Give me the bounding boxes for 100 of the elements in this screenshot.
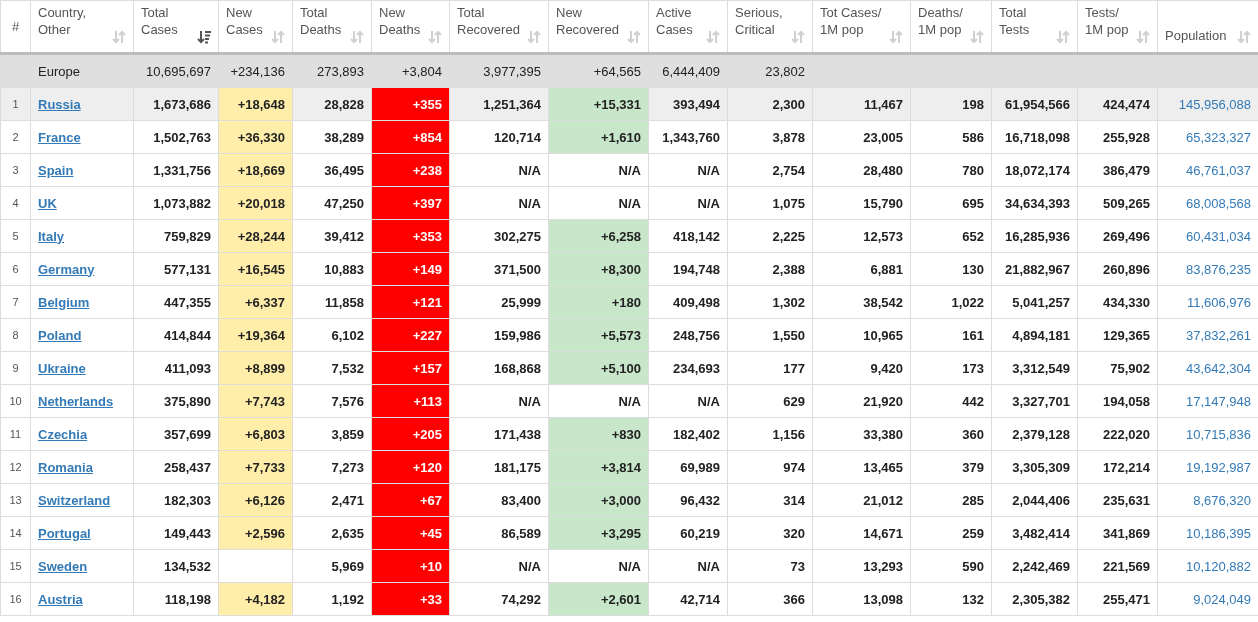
table-cell: 629: [727, 384, 813, 418]
table-cell: 1,550: [727, 318, 813, 352]
table-cell: 33,380: [812, 417, 911, 451]
table-cell: 386,479: [1077, 153, 1158, 187]
table-cell: N/A: [648, 186, 728, 220]
table-cell: 1,251,364: [449, 87, 549, 121]
table-cell: 442: [910, 384, 992, 418]
table-cell: N/A: [449, 153, 549, 187]
table-cell: 447,355: [133, 285, 219, 319]
sort-icon[interactable]: [271, 30, 285, 44]
table-cell: N/A: [548, 186, 649, 220]
table-cell: 221,569: [1077, 549, 1158, 583]
table-cell: 132: [910, 582, 992, 616]
table-cell: 182,303: [133, 483, 219, 517]
table-cell: +238: [371, 153, 450, 187]
table-cell: 7,576: [292, 384, 372, 418]
table-cell: 42,714: [648, 582, 728, 616]
table-cell: +10: [371, 549, 450, 583]
table-cell: 320: [727, 516, 813, 550]
sort-icon[interactable]: [627, 30, 641, 44]
table-cell: 1,673,686: [133, 87, 219, 121]
column-header[interactable]: Population: [1165, 27, 1227, 44]
table-cell: 38,289: [292, 120, 372, 154]
table-cell: 34,634,393: [991, 186, 1078, 220]
table-cell: 3,878: [727, 120, 813, 154]
table-cell: 695: [910, 186, 992, 220]
row-number: 2: [0, 120, 31, 154]
table-cell: +149: [371, 252, 450, 286]
table-cell: 780: [910, 153, 992, 187]
sort-icon[interactable]: [112, 30, 126, 44]
table-cell: +227: [371, 318, 450, 352]
table-cell: 12,573: [812, 219, 911, 253]
table-cell: 285: [910, 483, 992, 517]
sort-icon[interactable]: [706, 30, 720, 44]
table-cell: 73: [727, 549, 813, 583]
table-cell: +28,244: [218, 219, 293, 253]
table-cell: 28,828: [292, 87, 372, 121]
table-cell: 21,882,967: [991, 252, 1078, 286]
sort-icon[interactable]: [1136, 30, 1150, 44]
table-cell: +18,669: [218, 153, 293, 187]
sort-icon[interactable]: [970, 30, 984, 44]
sort-descending-icon[interactable]: [197, 30, 211, 44]
sort-icon[interactable]: [889, 30, 903, 44]
table-cell: +4,182: [218, 582, 293, 616]
table-cell: 434,330: [1077, 285, 1158, 319]
table-cell: 23,802: [727, 53, 813, 88]
table-cell: 3,312,549: [991, 351, 1078, 385]
table-cell: 2,379,128: [991, 417, 1078, 451]
table-cell: +5,100: [548, 351, 649, 385]
table-cell: N/A: [449, 384, 549, 418]
row-number: 15: [0, 549, 31, 583]
table-cell: +3,804: [371, 53, 450, 88]
table-cell: 10,695,697: [133, 53, 219, 88]
table-cell: 409,498: [648, 285, 728, 319]
table-cell: 1,331,756: [133, 153, 219, 187]
table-cell: +20,018: [218, 186, 293, 220]
table-cell: +234,136: [218, 53, 293, 88]
table-cell: 2,305,382: [991, 582, 1078, 616]
table-cell: 182,402: [648, 417, 728, 451]
table-cell: 69,989: [648, 450, 728, 484]
table-cell: 173: [910, 351, 992, 385]
sort-icon[interactable]: [1237, 30, 1251, 44]
table-cell: 16,718,098: [991, 120, 1078, 154]
table-cell: 96,432: [648, 483, 728, 517]
table-cell: +830: [548, 417, 649, 451]
table-cell: 260,896: [1077, 252, 1158, 286]
country-link[interactable]: Poland: [38, 327, 82, 343]
table-cell: 61,954,566: [991, 87, 1078, 121]
country-link[interactable]: France: [38, 129, 81, 145]
table-cell: 36,495: [292, 153, 372, 187]
table-cell: 4,894,181: [991, 318, 1078, 352]
sort-icon[interactable]: [791, 30, 805, 44]
table-cell: +8,300: [548, 252, 649, 286]
table-cell: 3,327,701: [991, 384, 1078, 418]
country-link[interactable]: Spain: [38, 162, 74, 178]
table-cell: 590: [910, 549, 992, 583]
table-cell: 198: [910, 87, 992, 121]
row-number: 14: [0, 516, 31, 550]
sort-icon[interactable]: [527, 30, 541, 44]
table-cell: 258,437: [133, 450, 219, 484]
row-number: 4: [0, 186, 31, 220]
country-link[interactable]: UK: [38, 195, 57, 211]
table-cell: 375,890: [133, 384, 219, 418]
table-cell: +6,258: [548, 219, 649, 253]
table-cell: +33: [371, 582, 450, 616]
table-cell: 411,093: [133, 351, 219, 385]
table-cell: +16,545: [218, 252, 293, 286]
sort-icon[interactable]: [350, 30, 364, 44]
sort-icon[interactable]: [428, 30, 442, 44]
table-cell: +5,573: [548, 318, 649, 352]
table-cell: 161: [910, 318, 992, 352]
table-cell: 1,343,760: [648, 120, 728, 154]
table-cell: 15,790: [812, 186, 911, 220]
table-cell: +353: [371, 219, 450, 253]
sort-icon[interactable]: [1056, 30, 1070, 44]
table-cell: +15,331: [548, 87, 649, 121]
table-cell: 7,532: [292, 351, 372, 385]
table-cell: 13,293: [812, 549, 911, 583]
country-link[interactable]: Italy: [38, 228, 64, 244]
country-link[interactable]: Russia: [38, 96, 81, 112]
